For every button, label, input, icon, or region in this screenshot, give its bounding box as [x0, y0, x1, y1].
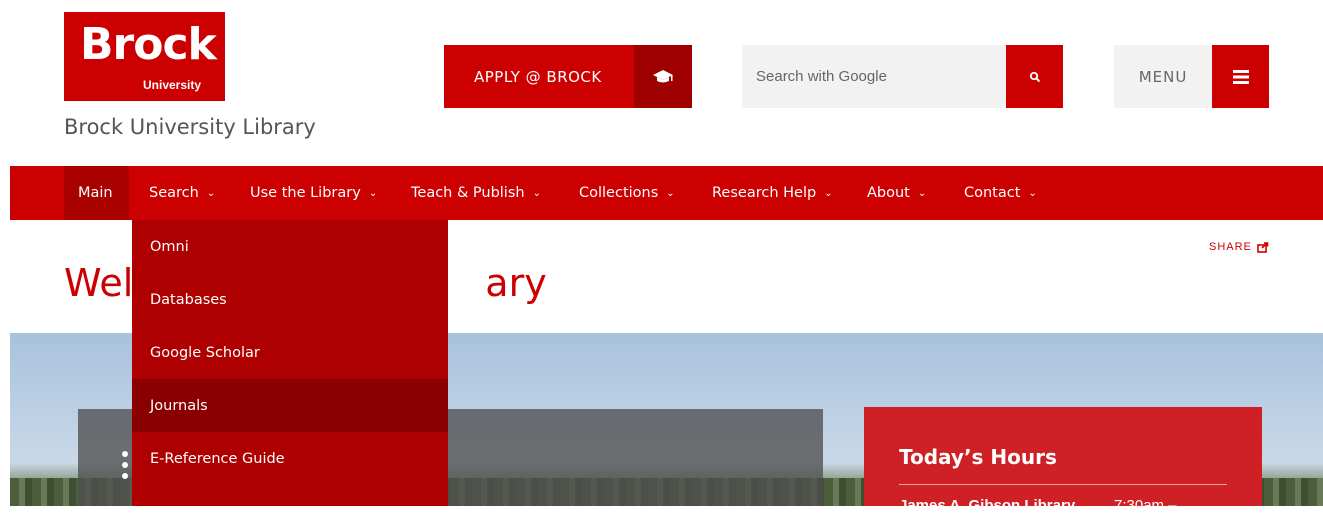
- nav-item-use-the-library[interactable]: Use the Library ⌄: [250, 166, 377, 220]
- logo-subtext: University: [143, 78, 202, 92]
- share-label: SHARE: [1209, 241, 1252, 253]
- nav-item-label: Research Help: [712, 185, 817, 201]
- dropdown-item-e-reference-guide[interactable]: E-Reference Guide: [132, 432, 448, 485]
- nav-item-label: Search: [149, 185, 199, 201]
- nav-item-collections[interactable]: Collections ⌄: [579, 166, 675, 220]
- dropdown-item-journals[interactable]: Journals: [132, 379, 448, 432]
- page-title-start: Wel: [64, 261, 134, 305]
- search-input[interactable]: [742, 45, 1006, 108]
- share-link[interactable]: SHARE: [1209, 241, 1269, 253]
- brock-logo[interactable]: Brock University: [64, 12, 225, 101]
- nav-item-label: Collections: [579, 185, 659, 201]
- nav-item-label: Main: [78, 185, 113, 201]
- chevron-down-icon: ⌄: [824, 187, 833, 199]
- main-nav: Main Search ⌄ Use the Library ⌄ Teach & …: [10, 166, 1323, 220]
- nav-item-research-help[interactable]: Research Help ⌄: [712, 166, 833, 220]
- todays-hours-card: Today’s Hours James A. Gibson Library 7:…: [864, 407, 1262, 514]
- search-button[interactable]: [1006, 45, 1063, 108]
- nav-item-contact[interactable]: Contact ⌄: [964, 166, 1037, 220]
- dropdown-item-databases[interactable]: Databases: [132, 273, 448, 326]
- nav-item-search[interactable]: Search ⌄: [149, 166, 215, 220]
- dropdown-item-label: Omni: [150, 238, 189, 255]
- chevron-down-icon: ⌄: [666, 187, 675, 199]
- page-title-end: ary: [485, 261, 547, 305]
- search-box: [742, 45, 1063, 108]
- graduation-cap-icon: [634, 45, 692, 108]
- search-dropdown-menu: Omni Databases Google Scholar Journals E…: [132, 220, 448, 506]
- dropdown-item-google-scholar[interactable]: Google Scholar: [132, 326, 448, 379]
- share-icon: [1257, 241, 1269, 253]
- site-title[interactable]: Brock University Library: [64, 115, 316, 139]
- nav-item-about[interactable]: About ⌄: [867, 166, 926, 220]
- dropdown-item-label: Databases: [150, 291, 227, 308]
- hours-divider: [899, 484, 1227, 485]
- carousel-dots-icon[interactable]: [122, 451, 128, 484]
- dropdown-item-label: Journals: [150, 397, 208, 414]
- dropdown-item-omni[interactable]: Omni: [132, 220, 448, 273]
- nav-item-label: Use the Library: [250, 185, 361, 201]
- dropdown-item-label: Google Scholar: [150, 344, 260, 361]
- chevron-down-icon: ⌄: [368, 187, 378, 199]
- apply-button[interactable]: APPLY @ BROCK: [444, 45, 692, 108]
- apply-label: APPLY @ BROCK: [474, 67, 602, 86]
- nav-item-teach-publish[interactable]: Teach & Publish ⌄: [411, 166, 541, 220]
- dropdown-item-label: E-Reference Guide: [150, 450, 285, 467]
- logo-wordmark: Brock: [80, 19, 217, 70]
- search-icon: [1029, 71, 1040, 82]
- nav-item-main[interactable]: Main: [64, 166, 129, 220]
- chevron-down-icon: ⌄: [206, 187, 216, 199]
- nav-item-label: Teach & Publish: [411, 185, 525, 201]
- nav-item-label: Contact: [964, 185, 1021, 201]
- menu-button[interactable]: MENU: [1114, 45, 1269, 108]
- hamburger-menu-icon: [1212, 45, 1269, 108]
- chevron-down-icon: ⌄: [1028, 187, 1037, 199]
- hours-title: Today’s Hours: [899, 445, 1057, 469]
- menu-label: MENU: [1114, 45, 1212, 108]
- chevron-down-icon: ⌄: [532, 187, 541, 199]
- chevron-down-icon: ⌄: [917, 187, 927, 199]
- nav-item-label: About: [867, 185, 910, 201]
